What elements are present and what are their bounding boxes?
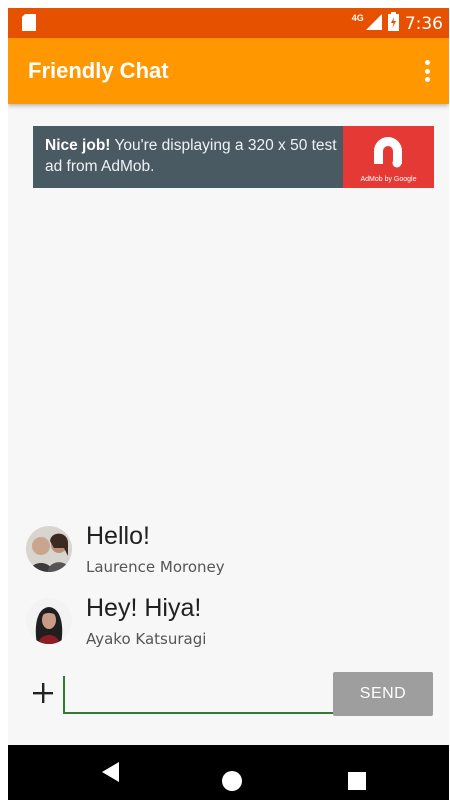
network-type: 4G [351,13,364,23]
message-input[interactable] [63,676,333,714]
status-time: 7:36 [404,14,443,34]
more-vert-icon[interactable] [415,58,439,84]
message-text: Hey! Hiya! [86,594,202,622]
avatar [26,598,72,644]
back-icon[interactable] [100,761,120,788]
app-screen: 4G 7:36 Friendly Chat Nice job! You're d… [8,8,449,800]
message-item: Hello! Laurence Moroney [26,522,426,586]
ad-banner[interactable]: Nice job! You're displaying a 320 x 50 t… [33,126,434,188]
home-icon[interactable] [222,771,242,796]
recents-icon[interactable] [348,772,366,795]
sd-card-icon [22,14,36,36]
navigation-bar [8,745,449,800]
admob-logo: AdMob by Google [343,126,434,188]
admob-caption: AdMob by Google [360,176,417,183]
admob-icon [374,137,402,168]
app-bar: Friendly Chat [8,38,449,104]
ad-bold-text: Nice job! [45,137,111,154]
battery-icon [387,12,399,36]
status-bar: 4G 7:36 [8,8,449,38]
send-button[interactable]: SEND [333,672,433,716]
app-title: Friendly Chat [28,58,169,83]
message-text: Hello! [86,522,150,550]
message-author: Ayako Katsuragi [86,630,207,648]
message-item: Hey! Hiya! Ayako Katsuragi [26,594,426,658]
message-author: Laurence Moroney [86,558,225,576]
plus-icon[interactable] [30,680,56,706]
ad-text: Nice job! You're displaying a 320 x 50 t… [45,135,337,177]
signal-icon [365,13,382,35]
avatar [26,526,72,572]
